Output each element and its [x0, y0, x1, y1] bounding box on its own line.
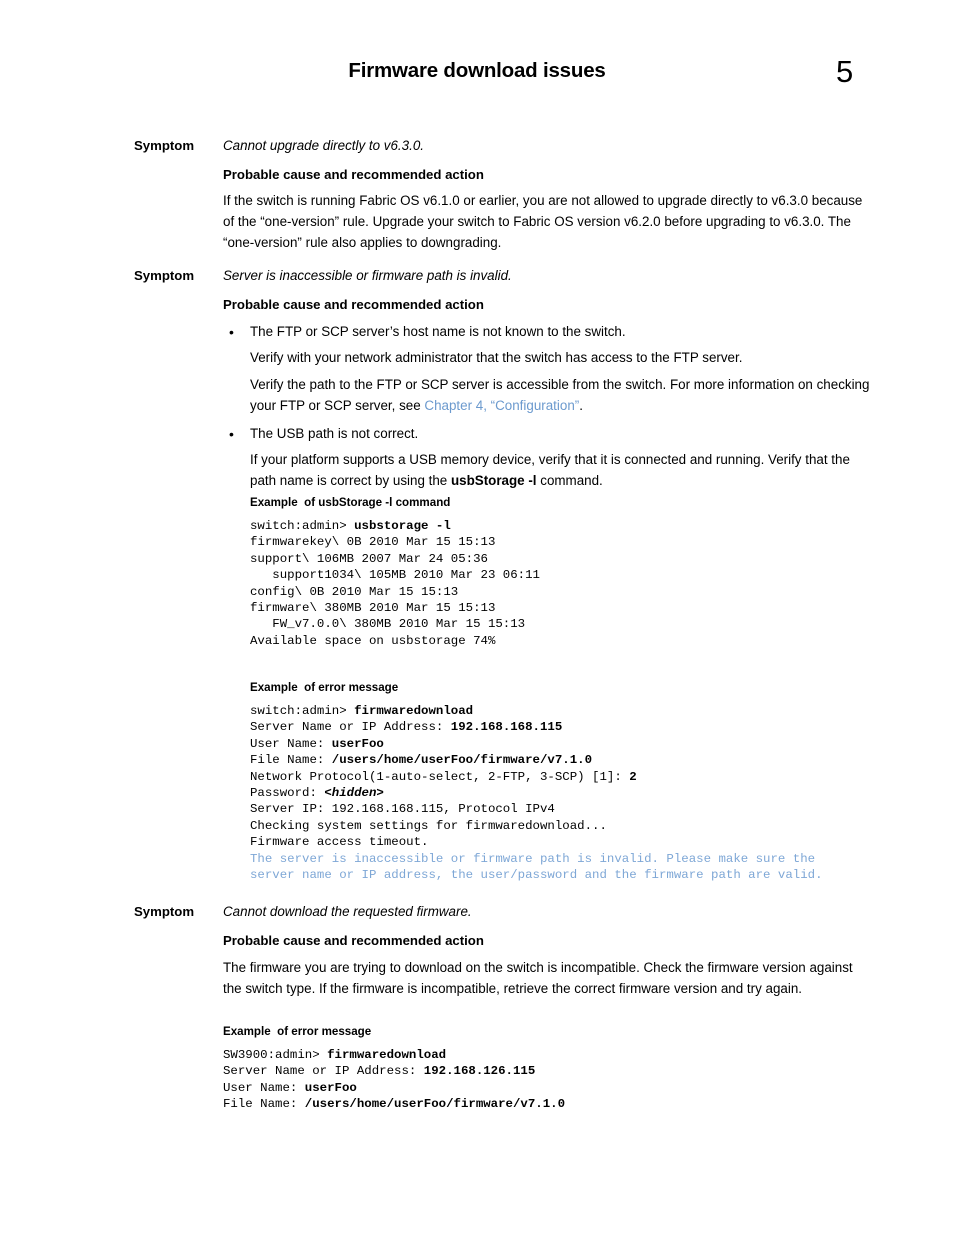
bullet-icon: • [229, 324, 234, 340]
terminal-line: Network Protocol(1-auto-select, 2-FTP, 3… [250, 769, 637, 784]
example-heading-error-2: Example of error message [223, 1025, 372, 1038]
terminal-line: Password: <hidden> [250, 786, 384, 801]
terminal-output-error-1: switch:admin> firmwaredownload Server Nam… [250, 703, 823, 883]
page-title: Firmware download issues [348, 59, 606, 82]
terminal-line: The server is inaccessible or firmware p… [250, 851, 816, 866]
terminal-line: User Name: userFoo [223, 1080, 357, 1095]
terminal-line: Server Name or IP Address: 192.168.168.1… [250, 720, 563, 735]
terminal-line: support1034\ 105MB 2010 Mar 23 06:11 [250, 568, 540, 583]
probable-cause-heading-1: Probable cause and recommended action [223, 167, 484, 182]
terminal-line: Available space on usbstorage 74% [250, 633, 496, 648]
terminal-line: firmware\ 380MB 2010 Mar 15 15:13 [250, 601, 496, 616]
symptom-label: Symptom [134, 268, 195, 283]
terminal-line: firmwarekey\ 0B 2010 Mar 15 15:13 [250, 535, 496, 550]
symptom-statement: Server is inaccessible or firmware path … [223, 268, 512, 283]
bullet-1-subparagraph-1: Verify with your network administrator t… [250, 350, 743, 365]
symptom-statement: Cannot upgrade directly to v6.3.0. [223, 138, 424, 153]
terminal-line: Checking system settings for firmwaredow… [250, 818, 607, 833]
terminal-line: switch:admin> firmwaredownload [250, 704, 474, 718]
terminal-line: File Name: /users/home/userFoo/firmware/… [223, 1097, 566, 1112]
bullet-icon: • [229, 426, 234, 442]
terminal-line: User Name: userFoo [250, 736, 384, 751]
terminal-line: server name or IP address, the user/pass… [250, 868, 823, 883]
symptom-3-paragraph: The firmware you are trying to download … [223, 960, 853, 996]
subparagraph-tail: . [579, 397, 583, 413]
terminal-line: Server IP: 192.168.168.115, Protocol IPv… [250, 802, 555, 817]
page-number: 5 [836, 54, 854, 89]
terminal-line: FW_v7.0.0\ 380MB 2010 Mar 15 15:13 [250, 617, 526, 632]
terminal-line: Server Name or IP Address: 192.168.126.1… [223, 1064, 536, 1079]
terminal-output-usbstorage: switch:admin> usbstorage -l firmwarekey\ … [250, 518, 540, 649]
terminal-line: File Name: /users/home/userFoo/firmware/… [250, 753, 593, 768]
symptom-label: Symptom [134, 904, 195, 919]
example-heading-usbstorage: Example of usbStorage -l command [250, 496, 451, 509]
list-item-text: The USB path is not correct. [250, 426, 419, 441]
probable-cause-heading-2: Probable cause and recommended action [223, 297, 484, 312]
page-header: Firmware download issues 5 [0, 54, 954, 98]
terminal-line: SW3900:admin> firmwaredownload [223, 1048, 447, 1062]
symptom-statement: Cannot download the requested firmware. [223, 904, 472, 919]
usbstorage-command-inline: usbStorage -l [450, 472, 537, 488]
bullet-2-subparagraph: If your platform supports a USB memory d… [250, 450, 871, 492]
terminal-line: config\ 0B 2010 Mar 15 15:13 [250, 584, 459, 599]
example-heading-error-1: Example of error message [250, 681, 399, 694]
terminal-line: switch:admin> usbstorage -l [250, 519, 451, 533]
document-page: Firmware download issues 5 Symptom Canno… [0, 0, 954, 1235]
chapter-4-configuration-link[interactable]: Chapter 4, “Configuration” [424, 398, 579, 413]
terminal-line: support\ 106MB 2007 Mar 24 05:36 [250, 551, 488, 566]
terminal-line: Firmware access timeout. [250, 835, 429, 850]
symptom-label: Symptom [134, 138, 195, 153]
symptom-1-paragraph: If the switch is running Fabric OS v6.1.… [223, 193, 863, 250]
bullet-1-subparagraph-2: Verify the path to the FTP or SCP server… [250, 375, 871, 417]
subparagraph-after: command. [536, 472, 603, 488]
list-item-text: The FTP or SCP server’s host name is not… [250, 324, 626, 339]
probable-cause-heading-3: Probable cause and recommended action [223, 933, 484, 948]
terminal-output-error-2: SW3900:admin> firmwaredownload Server Nam… [223, 1047, 565, 1113]
